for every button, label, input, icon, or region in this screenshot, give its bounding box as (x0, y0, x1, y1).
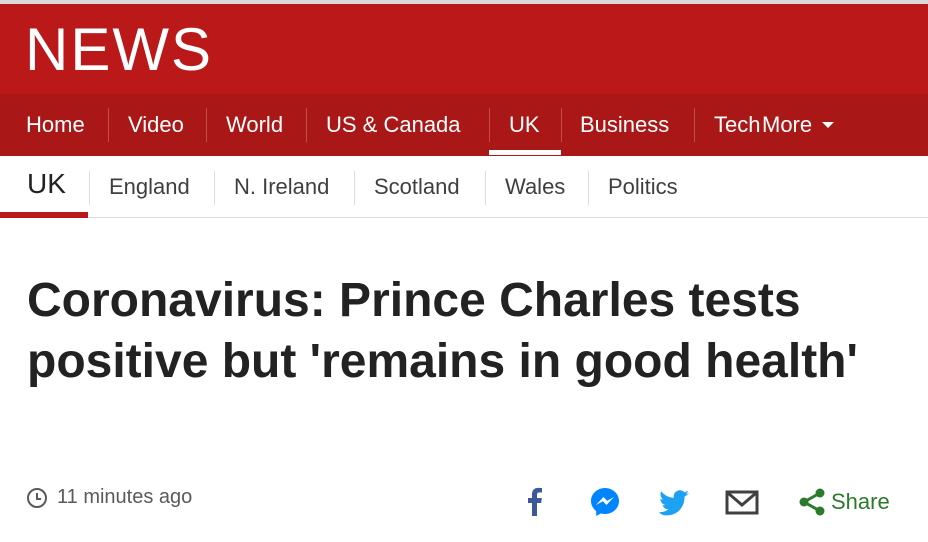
subnav-divider (89, 171, 90, 205)
email-icon[interactable] (725, 485, 759, 519)
subnav-item-politics[interactable]: Politics (608, 174, 678, 200)
twitter-icon[interactable] (657, 485, 691, 519)
subnav-item-england[interactable]: England (109, 174, 190, 200)
nav-divider (306, 108, 307, 142)
nav-divider (108, 108, 109, 142)
nav-divider (206, 108, 207, 142)
nav-divider (694, 108, 695, 142)
subnav-divider (485, 171, 486, 205)
secondary-nav: UK England N. Ireland Scotland Wales Pol… (0, 156, 928, 218)
subnav-divider (354, 171, 355, 205)
nav-item-tech[interactable]: Tech (714, 94, 760, 156)
nav-divider (561, 108, 562, 142)
subnav-item-wales[interactable]: Wales (505, 174, 565, 200)
facebook-icon[interactable] (518, 485, 552, 519)
messenger-icon[interactable] (588, 485, 622, 519)
more-label: More (762, 112, 813, 137)
nav-item-video[interactable]: Video (128, 94, 184, 156)
nav-item-us-canada[interactable]: US & Canada (326, 94, 461, 156)
nav-active-indicator (489, 150, 561, 155)
share-icon[interactable] (795, 485, 829, 519)
article-headline: Coronavirus: Prince Charles tests positi… (27, 274, 858, 388)
masthead: NEWS (0, 4, 928, 94)
subnav-item-n-ireland[interactable]: N. Ireland (234, 174, 329, 200)
primary-nav: Home Video World US & Canada UK Business… (0, 94, 928, 156)
share-tools: Share (0, 482, 928, 522)
nav-item-business[interactable]: Business (580, 94, 669, 156)
subnav-divider (214, 171, 215, 205)
nav-divider (489, 108, 490, 142)
news-logo[interactable]: NEWS (25, 18, 213, 82)
chevron-down-icon (822, 122, 835, 128)
section-active-indicator (0, 212, 88, 218)
share-button[interactable]: Share (831, 489, 890, 515)
nav-item-uk[interactable]: UK (509, 94, 540, 156)
more-menu-button[interactable]: More (762, 94, 835, 156)
subnav-divider (588, 171, 589, 205)
subnav-item-scotland[interactable]: Scotland (374, 174, 460, 200)
section-title-uk[interactable]: UK (27, 168, 66, 200)
nav-item-home[interactable]: Home (26, 94, 85, 156)
nav-item-world[interactable]: World (226, 94, 283, 156)
